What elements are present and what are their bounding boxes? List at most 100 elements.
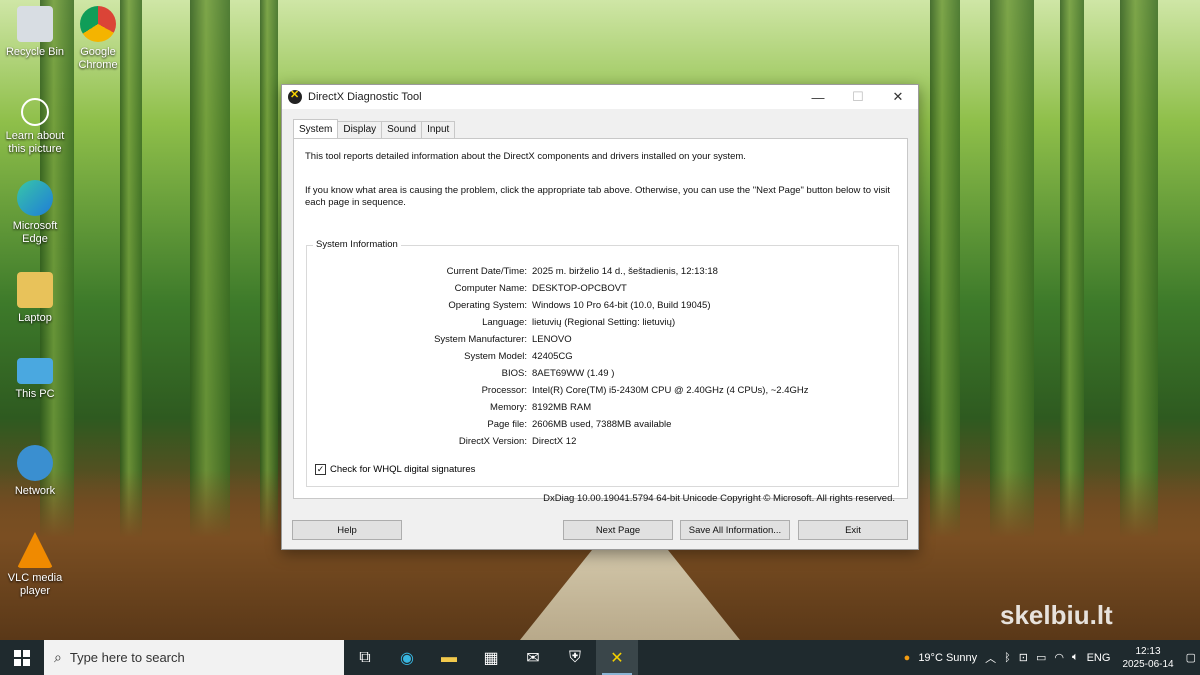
info-value: Windows 10 Pro 64-bit (10.0, Build 19045… xyxy=(532,300,711,311)
whql-checkbox-label: Check for WHQL digital signatures xyxy=(330,464,476,475)
language-indicator[interactable]: ENG xyxy=(1087,652,1111,664)
watermark: skelbiu.lt xyxy=(1000,600,1113,630)
taskbar-file-explorer-button[interactable]: ▬ xyxy=(428,640,470,675)
directx-diagnostic-window: DirectX Diagnostic Tool — ☐ ✕ System Dis… xyxy=(281,84,919,550)
info-label: DirectX Version: xyxy=(458,436,527,447)
shield-icon: ⛨ xyxy=(568,648,581,666)
info-value: Intel(R) Core(TM) i5-2430M CPU @ 2.40GHz… xyxy=(532,385,809,396)
tab-sound[interactable]: Sound xyxy=(381,121,423,139)
window-title: DirectX Diagnostic Tool xyxy=(308,91,422,103)
info-row-page-file: Page file: 2606MB used, 7388MB available xyxy=(307,419,900,436)
learn-about-picture-desktop-icon[interactable]: Learn about this picture xyxy=(0,98,70,156)
info-row-manufacturer: System Manufacturer: LENOVO xyxy=(307,334,900,351)
whql-checkbox-row[interactable]: ✓ Check for WHQL digital signatures xyxy=(315,464,475,475)
laptop-desktop-icon[interactable]: Laptop xyxy=(0,272,70,325)
mail-icon: ✉ xyxy=(526,649,540,667)
weather-icon: ● xyxy=(903,651,911,664)
network-desktop-icon[interactable]: Network xyxy=(0,445,70,498)
tab-system[interactable]: System xyxy=(293,119,339,139)
exit-button[interactable]: Exit xyxy=(798,520,908,540)
maximize-button[interactable]: ☐ xyxy=(838,85,878,109)
info-label: BIOS: xyxy=(501,368,527,379)
info-value: 2025 m. birželio 14 d., šeštadienis, 12:… xyxy=(532,266,718,277)
info-row-language: Language: lietuvių (Regional Setting: li… xyxy=(307,317,900,334)
info-row-computer-name: Computer Name: DESKTOP-OPCBOVT xyxy=(307,283,900,300)
taskbar-mail-button[interactable]: ✉ xyxy=(512,640,554,675)
info-row-os: Operating System: Windows 10 Pro 64-bit … xyxy=(307,300,900,317)
bluetooth-icon[interactable]: ᛒ xyxy=(1004,652,1011,664)
taskbar-dxdiag-button[interactable]: ✕ xyxy=(596,640,638,675)
search-placeholder: Type here to search xyxy=(69,650,185,665)
info-row-directx-version: DirectX Version: DirectX 12 xyxy=(307,436,900,453)
taskbar-security-button[interactable]: ⛨ xyxy=(554,640,596,675)
edge-desktop-icon[interactable]: Microsoft Edge xyxy=(0,180,70,246)
info-row-model: System Model: 42405CG xyxy=(307,351,900,368)
this-pc-desktop-icon[interactable]: This PC xyxy=(0,358,70,401)
laptop-folder-icon xyxy=(17,272,53,308)
taskbar-search-box[interactable]: ⌕ Type here to search xyxy=(44,640,344,675)
system-tab-panel: This tool reports detailed information a… xyxy=(293,138,908,504)
window-titlebar[interactable]: DirectX Diagnostic Tool — ☐ ✕ xyxy=(282,85,918,109)
info-label: Processor: xyxy=(481,385,527,396)
edge-icon: ◉ xyxy=(400,649,414,667)
clock[interactable]: 12:13 2025-06-14 xyxy=(1122,645,1173,671)
search-icon: ⌕ xyxy=(54,649,62,665)
notifications-icon[interactable]: ▢ xyxy=(1186,651,1196,664)
info-value: DESKTOP-OPCBOVT xyxy=(532,283,627,294)
info-value: LENOVO xyxy=(532,334,572,345)
info-row-memory: Memory: 8192MB RAM xyxy=(307,402,900,419)
info-label: System Manufacturer: xyxy=(434,334,527,345)
tab-display[interactable]: Display xyxy=(337,121,383,139)
task-view-button[interactable]: ⧉ xyxy=(344,640,386,675)
whql-checkbox[interactable]: ✓ xyxy=(315,464,326,475)
info-value: 42405CG xyxy=(532,351,573,362)
vlc-icon xyxy=(17,532,53,568)
windows-logo-icon xyxy=(14,649,30,666)
system-tray: ● 19°C Sunny ︿ ᛒ ⊡ ▭ ◠ 🔈︎ ENG 12:13 2025… xyxy=(900,640,1200,675)
clock-date: 2025-06-14 xyxy=(1122,658,1174,670)
vlc-desktop-icon[interactable]: VLC media player xyxy=(0,532,70,598)
dxdiag-version-text: DxDiag 10.00.19041.5794 64-bit Unicode C… xyxy=(543,493,895,504)
info-value: 2606MB used, 7388MB available xyxy=(532,419,672,430)
learn-about-picture-icon xyxy=(21,98,49,126)
chrome-icon xyxy=(80,6,116,42)
device-icon[interactable]: ⊡ xyxy=(1019,651,1028,664)
taskbar-store-button[interactable]: ▦ xyxy=(470,640,512,675)
directx-app-icon xyxy=(288,88,302,104)
network-icon xyxy=(17,445,53,481)
tab-input[interactable]: Input xyxy=(421,121,456,139)
group-title: System Information xyxy=(313,239,401,250)
minimize-button[interactable]: — xyxy=(798,85,838,109)
directx-icon: ✕ xyxy=(610,649,624,667)
battery-icon[interactable]: ▭ xyxy=(1036,651,1046,664)
intro-text-1: This tool reports detailed information a… xyxy=(305,151,746,162)
info-value: 8192MB RAM xyxy=(532,402,592,413)
store-icon: ▦ xyxy=(483,649,499,667)
volume-icon[interactable]: 🔈︎ xyxy=(1072,651,1079,664)
wifi-icon[interactable]: ◠ xyxy=(1054,651,1064,664)
this-pc-icon xyxy=(17,358,53,384)
close-button[interactable]: ✕ xyxy=(878,85,918,109)
info-label: Language: xyxy=(482,317,527,328)
info-label: Current Date/Time: xyxy=(446,266,527,277)
info-value: DirectX 12 xyxy=(532,436,577,447)
recycle-bin-desktop-icon[interactable]: Recycle Bin xyxy=(0,6,70,59)
edge-icon xyxy=(17,180,53,216)
folder-icon: ▬ xyxy=(441,648,457,666)
clock-time: 12:13 xyxy=(1135,645,1161,657)
info-value: 8AET69WW (1.49 ) xyxy=(532,368,615,379)
task-view-icon: ⧉ xyxy=(359,648,371,666)
info-row-date: Current Date/Time: 2025 m. birželio 14 d… xyxy=(307,266,900,283)
chevron-up-icon[interactable]: ︿ xyxy=(985,650,996,666)
info-label: Memory: xyxy=(490,402,527,413)
start-button[interactable] xyxy=(0,640,44,675)
save-all-information-button[interactable]: Save All Information... xyxy=(680,520,790,540)
weather-text[interactable]: 19°C Sunny xyxy=(918,652,977,664)
help-button[interactable]: Help xyxy=(292,520,402,540)
system-information-group: System Information Current Date/Time: 20… xyxy=(306,239,900,487)
info-label: Computer Name: xyxy=(454,283,527,294)
info-label: Operating System: xyxy=(448,300,527,311)
taskbar-edge-button[interactable]: ◉ xyxy=(386,640,428,675)
chrome-desktop-icon[interactable]: Google Chrome xyxy=(63,6,133,72)
next-page-button[interactable]: Next Page xyxy=(563,520,673,540)
